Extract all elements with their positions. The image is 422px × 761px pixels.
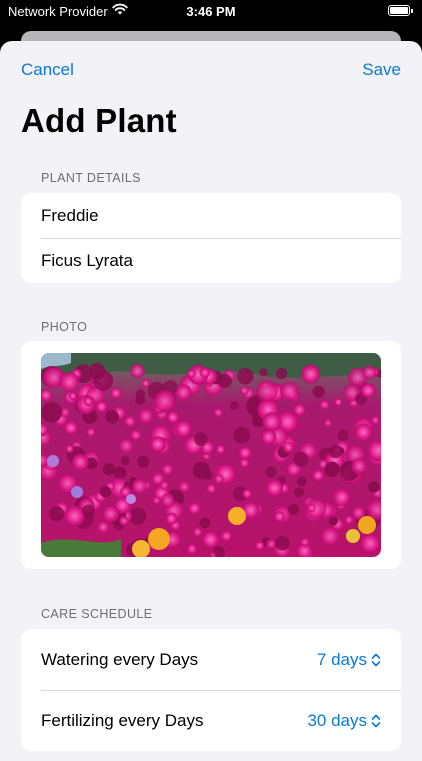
plant-details-header: PLANT DETAILS: [41, 171, 141, 185]
plant-name-field[interactable]: Freddie: [21, 193, 401, 238]
fertilizing-row[interactable]: Fertilizing every Days 30 days: [21, 690, 401, 751]
battery-icon: [388, 5, 413, 16]
care-schedule-group: Watering every Days 7 days Fertilizing e…: [21, 629, 401, 751]
plant-details-group: Freddie Ficus Lyrata: [21, 193, 401, 283]
fertilizing-label: Fertilizing every Days: [41, 710, 204, 730]
photo-header: PHOTO: [41, 320, 88, 334]
add-plant-sheet: Cancel Save Add Plant PLANT DETAILS Fred…: [0, 41, 422, 761]
plant-species-field[interactable]: Ficus Lyrata: [21, 238, 401, 283]
fertilizing-value: 30 days: [307, 710, 367, 730]
care-schedule-header: CARE SCHEDULE: [41, 607, 153, 621]
watering-row[interactable]: Watering every Days 7 days: [21, 629, 401, 690]
save-button[interactable]: Save: [362, 60, 401, 80]
watering-value: 7 days: [316, 649, 367, 669]
page-title: Add Plant: [21, 102, 177, 139]
chevron-up-down-icon: [371, 653, 381, 666]
plant-photo[interactable]: [41, 353, 381, 557]
cancel-button[interactable]: Cancel: [21, 60, 74, 80]
chevron-up-down-icon: [371, 714, 381, 727]
status-time: 3:46 PM: [186, 4, 236, 19]
fertilizing-picker[interactable]: 30 days: [307, 711, 381, 731]
status-bar: Network Provider 3:46 PM: [0, 0, 422, 24]
watering-label: Watering every Days: [41, 649, 199, 669]
photo-group: [21, 341, 401, 569]
watering-picker[interactable]: 7 days: [317, 650, 381, 670]
